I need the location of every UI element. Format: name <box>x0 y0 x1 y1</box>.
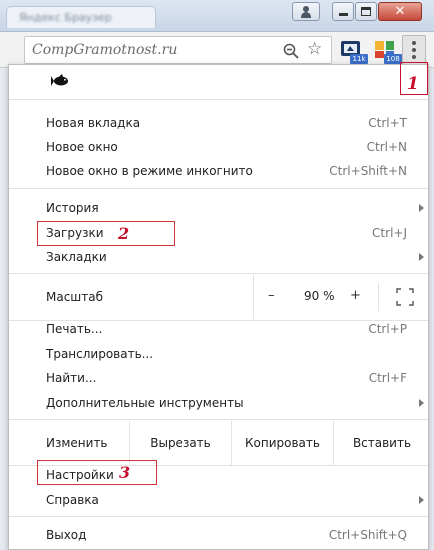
annotation-box-downloads <box>37 221 175 246</box>
menu-item-history[interactable]: История <box>9 196 428 220</box>
menu-item-label: Выход <box>46 528 87 542</box>
menu-item-shortcut: Ctrl+Shift+Q <box>328 528 407 542</box>
zoom-divider <box>378 283 379 311</box>
zoom-row: Масштаб – 90 % + <box>9 275 428 319</box>
tab-title: Яндекс Браузер <box>19 11 112 24</box>
site-watermark: CompGramotnost.ru <box>32 42 178 58</box>
close-icon: ✕ <box>394 4 406 19</box>
minimize-icon <box>338 13 348 16</box>
submenu-arrow-icon <box>419 204 424 212</box>
menu-item-label: Печать... <box>46 322 103 336</box>
cut-button[interactable]: Вырезать <box>129 421 231 465</box>
zoom-controls: – 90 % + <box>253 275 430 319</box>
extension-button-1[interactable]: 11k <box>340 39 368 64</box>
menu-item-print[interactable]: Печать... Ctrl+P <box>9 317 428 341</box>
menu-item-shortcut: Ctrl+T <box>368 116 407 130</box>
paste-button[interactable]: Вставить <box>333 421 430 465</box>
annotation-number-3: 3 <box>119 463 131 482</box>
zoom-in-button[interactable]: + <box>350 288 361 303</box>
menu-item-label: Закладки <box>46 250 107 264</box>
submenu-arrow-icon <box>419 253 424 261</box>
menu-dot-icon <box>412 55 416 59</box>
menu-item-find[interactable]: Найти... Ctrl+F <box>9 366 428 390</box>
menu-separator <box>9 188 428 189</box>
zoom-level-value: 90 % <box>304 289 335 303</box>
menu-item-shortcut: Ctrl+J <box>372 226 407 240</box>
extension-badge: 11k <box>350 54 368 64</box>
fullscreen-icon[interactable] <box>396 288 414 306</box>
menu-separator <box>9 419 428 420</box>
edit-row: Изменить Вырезать Копировать Вставить <box>9 421 428 465</box>
menu-item-shortcut: Ctrl+N <box>366 140 407 154</box>
browser-menu-button[interactable] <box>402 35 426 65</box>
zoom-out-icon[interactable] <box>283 43 299 59</box>
browser-toolbar: CompGramotnost.ru ☆ 11k 108 <box>0 32 434 68</box>
minimize-button[interactable] <box>332 2 354 21</box>
maximize-button[interactable] <box>355 2 377 21</box>
menu-dot-icon <box>412 48 416 52</box>
menu-item-incognito-window[interactable]: Новое окно в режиме инкогнито Ctrl+Shift… <box>9 159 428 183</box>
submenu-arrow-icon <box>419 496 424 504</box>
annotation-box-settings <box>37 460 157 485</box>
menu-item-label: Справка <box>46 493 99 507</box>
menu-item-exit[interactable]: Выход Ctrl+Shift+Q <box>9 523 428 547</box>
menu-item-shortcut: Ctrl+Shift+N <box>329 164 407 178</box>
menu-item-label: Новое окно в режиме инкогнито <box>46 164 253 178</box>
menu-item-label: Найти... <box>46 371 97 385</box>
menu-item-shortcut: Ctrl+F <box>368 371 407 385</box>
address-bar[interactable]: CompGramotnost.ru ☆ <box>24 36 332 64</box>
menu-header <box>9 65 428 99</box>
submenu-arrow-icon <box>419 399 424 407</box>
menu-dot-icon <box>412 41 416 45</box>
user-icon <box>300 5 312 18</box>
menu-item-label: Новое окно <box>46 140 118 154</box>
maximize-icon <box>361 7 371 16</box>
menu-item-label: Новая вкладка <box>46 116 141 130</box>
menu-item-more-tools[interactable]: Дополнительные инструменты <box>9 391 428 415</box>
menu-item-help[interactable]: Справка <box>9 488 428 512</box>
profile-button[interactable] <box>292 2 320 21</box>
copy-button[interactable]: Копировать <box>231 421 333 465</box>
menu-separator <box>9 99 428 100</box>
zoom-label: Масштаб <box>46 290 104 304</box>
edit-label: Изменить <box>46 436 108 450</box>
menu-item-new-tab[interactable]: Новая вкладка Ctrl+T <box>9 111 428 135</box>
menu-separator <box>9 516 428 517</box>
bookmark-star-icon[interactable]: ☆ <box>307 41 322 58</box>
menu-item-label: Транслировать... <box>46 347 154 361</box>
menu-item-new-window[interactable]: Новое окно Ctrl+N <box>9 135 428 159</box>
menu-item-bookmarks[interactable]: Закладки <box>9 245 428 269</box>
annotation-number-1: 1 <box>407 74 419 94</box>
fish-icon <box>51 74 68 86</box>
extension-button-2[interactable]: 108 <box>374 39 402 64</box>
close-window-button[interactable]: ✕ <box>378 2 422 21</box>
menu-separator <box>9 273 428 274</box>
menu-item-cast[interactable]: Транслировать... <box>9 342 428 366</box>
annotation-number-2: 2 <box>118 224 130 243</box>
zoom-out-button[interactable]: – <box>268 288 275 303</box>
menu-item-shortcut: Ctrl+P <box>368 322 407 336</box>
title-bar: Яндекс Браузер ✕ <box>0 0 434 32</box>
menu-item-label: Дополнительные инструменты <box>46 396 244 410</box>
menu-item-label: История <box>46 201 99 215</box>
browser-tab[interactable]: Яндекс Браузер <box>6 6 156 28</box>
